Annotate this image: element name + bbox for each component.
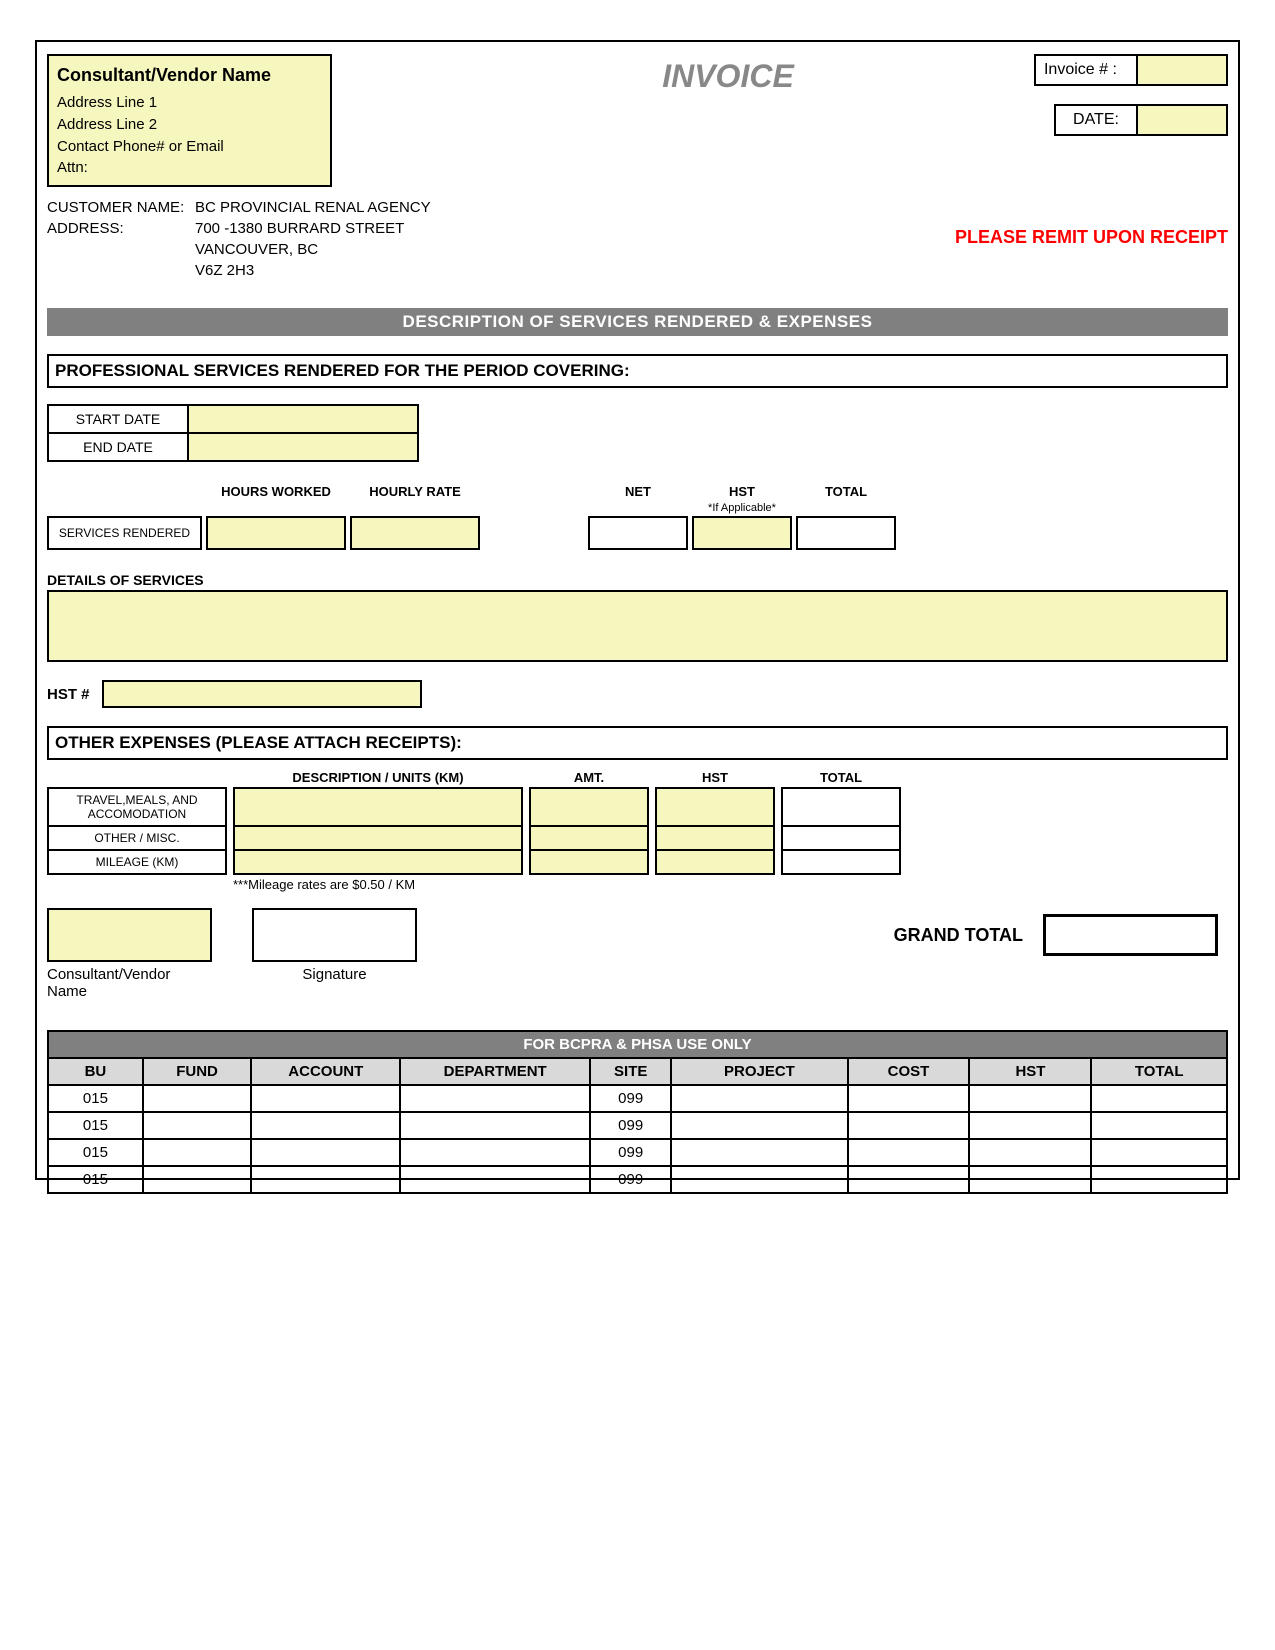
start-date-label: START DATE — [48, 405, 188, 433]
use-row: 015 099 — [48, 1085, 1227, 1112]
exp-other-label: OTHER / MISC. — [47, 827, 227, 851]
exp-total-col: TOTAL — [781, 770, 901, 785]
services-row: SERVICES RENDERED — [47, 516, 1228, 550]
customer-name-label: CUSTOMER NAME: — [47, 199, 195, 216]
hours-worked-col: HOURS WORKED — [206, 484, 346, 514]
net-col: NET — [588, 484, 688, 514]
consultant-name-field[interactable] — [47, 908, 212, 962]
expenses-columns: DESCRIPTION / UNITS (KM) AMT. HST TOTAL — [47, 770, 1228, 785]
hours-worked-field[interactable] — [206, 516, 346, 550]
use-row: 015 099 — [48, 1166, 1227, 1193]
exp-other-total[interactable] — [781, 827, 901, 851]
hst-number-label: HST # — [47, 686, 90, 703]
use-row: 015 099 — [48, 1112, 1227, 1139]
exp-other-amt[interactable] — [529, 827, 649, 851]
exp-travel-desc[interactable] — [233, 787, 523, 827]
grand-total-label: GRAND TOTAL — [894, 925, 1023, 946]
date-label: DATE: — [1056, 106, 1136, 134]
use-col-total: TOTAL — [1091, 1058, 1227, 1085]
signature-label: Signature — [252, 966, 417, 1000]
customer-name: BC PROVINCIAL RENAL AGENCY — [195, 199, 431, 216]
exp-desc-col: DESCRIPTION / UNITS (KM) — [233, 770, 523, 785]
use-bu[interactable]: 015 — [48, 1166, 143, 1193]
hst-number-field[interactable] — [102, 680, 422, 708]
exp-mileage-hst[interactable] — [655, 851, 775, 875]
exp-other-hst[interactable] — [655, 827, 775, 851]
hourly-rate-col: HOURLY RATE — [350, 484, 480, 514]
services-columns: HOURS WORKED HOURLY RATE NET HST *If App… — [47, 484, 1228, 514]
section-bar: DESCRIPTION OF SERVICES RENDERED & EXPEN… — [47, 308, 1228, 336]
exp-amt-col: AMT. — [529, 770, 649, 785]
exp-travel-amt[interactable] — [529, 787, 649, 827]
total-field[interactable] — [796, 516, 896, 550]
use-site[interactable]: 099 — [590, 1166, 671, 1193]
use-site[interactable]: 099 — [590, 1085, 671, 1112]
vendor-contact: Contact Phone# or Email — [57, 136, 322, 158]
use-site[interactable]: 099 — [590, 1139, 671, 1166]
internal-use-table: FOR BCPRA & PHSA USE ONLY BU FUND ACCOUN… — [47, 1030, 1228, 1194]
use-row: 015 099 — [48, 1139, 1227, 1166]
remit-notice: PLEASE REMIT UPON RECEIPT — [955, 227, 1228, 248]
expenses-table: TRAVEL,MEALS, AND ACCOMODATION OTHER / M… — [47, 787, 1228, 875]
vendor-addr-2: Address Line 2 — [57, 114, 322, 136]
net-field[interactable] — [588, 516, 688, 550]
page-title: INVOICE — [662, 58, 794, 95]
use-col-site: SITE — [590, 1058, 671, 1085]
vendor-addr-1: Address Line 1 — [57, 92, 322, 114]
hourly-rate-field[interactable] — [350, 516, 480, 550]
exp-other-desc[interactable] — [233, 827, 523, 851]
use-col-department: DEPARTMENT — [400, 1058, 590, 1085]
use-col-bu: BU — [48, 1058, 143, 1085]
signature-field[interactable] — [252, 908, 417, 962]
invoice-number-field[interactable] — [1136, 56, 1226, 84]
details-field[interactable] — [47, 590, 1228, 662]
vendor-box[interactable]: Consultant/Vendor Name Address Line 1 Ad… — [47, 54, 332, 187]
other-expenses-header: OTHER EXPENSES (PLEASE ATTACH RECEIPTS): — [47, 726, 1228, 760]
hst-col: HST *If Applicable* — [692, 484, 792, 514]
vendor-attn: Attn: — [57, 157, 322, 179]
customer-addr-label: ADDRESS: — [47, 220, 195, 237]
internal-use-header: FOR BCPRA & PHSA USE ONLY — [48, 1031, 1227, 1058]
use-bu[interactable]: 015 — [48, 1139, 143, 1166]
professional-services-header: PROFESSIONAL SERVICES RENDERED FOR THE P… — [47, 354, 1228, 388]
use-site[interactable]: 099 — [590, 1112, 671, 1139]
use-bu[interactable]: 015 — [48, 1085, 143, 1112]
use-col-project: PROJECT — [671, 1058, 847, 1085]
exp-travel-label: TRAVEL,MEALS, AND ACCOMODATION — [47, 787, 227, 827]
vendor-name: Consultant/Vendor Name — [57, 62, 322, 88]
use-col-fund: FUND — [143, 1058, 251, 1085]
services-rendered-label: SERVICES RENDERED — [47, 516, 202, 550]
exp-mileage-desc[interactable] — [233, 851, 523, 875]
grand-total-field[interactable] — [1043, 914, 1218, 956]
details-label: DETAILS OF SERVICES — [47, 572, 1228, 588]
exp-travel-hst[interactable] — [655, 787, 775, 827]
customer-addr1: 700 -1380 BURRARD STREET — [195, 220, 431, 237]
exp-mileage-total[interactable] — [781, 851, 901, 875]
use-col-cost: COST — [848, 1058, 970, 1085]
exp-travel-total[interactable] — [781, 787, 901, 827]
consultant-name-label: Consultant/Vendor Name — [47, 966, 212, 1000]
hst-field[interactable] — [692, 516, 792, 550]
date-field[interactable] — [1136, 106, 1226, 134]
mileage-note: ***Mileage rates are $0.50 / KM — [233, 877, 1228, 892]
customer-addr3: V6Z 2H3 — [195, 262, 431, 279]
end-date-label: END DATE — [48, 433, 188, 461]
exp-mileage-amt[interactable] — [529, 851, 649, 875]
customer-addr2: VANCOUVER, BC — [195, 241, 431, 258]
header-row: Consultant/Vendor Name Address Line 1 Ad… — [47, 54, 1228, 187]
total-col: TOTAL — [796, 484, 896, 514]
invoice-number-row: Invoice # : — [1034, 54, 1228, 86]
use-col-hst: HST — [969, 1058, 1091, 1085]
invoice-number-label: Invoice # : — [1036, 56, 1136, 84]
use-col-account: ACCOUNT — [251, 1058, 400, 1085]
dates-table: START DATE END DATE — [47, 404, 419, 462]
use-bu[interactable]: 015 — [48, 1112, 143, 1139]
date-row: DATE: — [1054, 104, 1228, 136]
start-date-field[interactable] — [188, 405, 418, 433]
end-date-field[interactable] — [188, 433, 418, 461]
exp-hst-col: HST — [655, 770, 775, 785]
exp-mileage-label: MILEAGE (KM) — [47, 851, 227, 875]
